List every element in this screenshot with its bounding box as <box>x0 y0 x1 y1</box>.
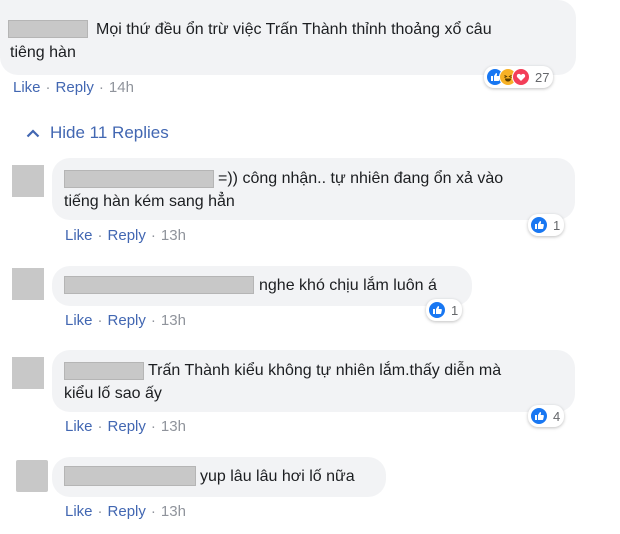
timestamp[interactable]: 14h <box>109 79 134 96</box>
reply-actions: Like · Reply · 13h <box>65 312 186 329</box>
redacted-name <box>64 362 144 380</box>
comment-actions: Like · Reply · 14h <box>13 79 134 96</box>
timestamp[interactable]: 13h <box>161 503 186 520</box>
avatar[interactable] <box>12 268 44 300</box>
separator-dot: · <box>97 312 103 329</box>
separator-dot: · <box>150 503 156 520</box>
reply-text-line1: =)) công nhận.. tự nhiên đang ổn xả vào <box>218 170 504 187</box>
like-link[interactable]: Like <box>65 312 93 329</box>
reply-actions: Like · Reply · 13h <box>65 227 186 244</box>
comment-text-line2: tiêng hàn <box>10 44 76 61</box>
timestamp[interactable]: 13h <box>161 312 186 329</box>
reply-text-line1: Trấn Thành kiểu không tự nhiên lắm.thấy … <box>148 362 502 379</box>
reply-text-line1: nghe khó chịu lắm luôn á <box>259 277 437 294</box>
like-reaction-icon <box>530 407 548 425</box>
reply-actions: Like · Reply · 13h <box>65 503 186 520</box>
separator-dot: · <box>97 503 103 520</box>
avatar[interactable] <box>16 460 48 492</box>
hide-replies-toggle[interactable]: Hide 11 Replies <box>26 123 169 143</box>
reaction-count: 4 <box>553 408 561 424</box>
separator-dot: · <box>150 418 156 435</box>
separator-dot: · <box>97 418 103 435</box>
timestamp[interactable]: 13h <box>161 227 186 244</box>
redacted-name <box>64 466 196 486</box>
reaction-summary[interactable]: 27 <box>484 66 554 88</box>
like-link[interactable]: Like <box>13 79 41 96</box>
love-reaction-icon <box>512 68 530 86</box>
reply-link[interactable]: Reply <box>108 503 146 520</box>
reply-link[interactable]: Reply <box>108 418 146 435</box>
reply-actions: Like · Reply · 13h <box>65 418 186 435</box>
reaction-count: 1 <box>451 302 459 318</box>
reaction-summary[interactable]: 4 <box>528 405 565 427</box>
like-reaction-icon <box>428 301 446 319</box>
like-link[interactable]: Like <box>65 503 93 520</box>
avatar[interactable] <box>12 357 44 389</box>
hide-replies-label: Hide 11 Replies <box>50 123 169 142</box>
reply-text-line2: kiểu lố sao ấy <box>64 385 162 402</box>
reaction-summary[interactable]: 1 <box>426 299 463 321</box>
redacted-name <box>64 276 254 294</box>
separator-dot: · <box>45 79 51 96</box>
separator-dot: · <box>98 79 104 96</box>
comment-text-line1: Mọi thứ đều ổn trừ việc Trấn Thành thỉnh… <box>96 21 492 38</box>
separator-dot: · <box>97 227 103 244</box>
chevron-up-icon <box>26 123 42 143</box>
redacted-name <box>8 20 88 38</box>
reply-link[interactable]: Reply <box>108 227 146 244</box>
timestamp[interactable]: 13h <box>161 418 186 435</box>
like-reaction-icon <box>530 216 548 234</box>
separator-dot: · <box>150 312 156 329</box>
redacted-name <box>64 170 214 188</box>
like-link[interactable]: Like <box>65 418 93 435</box>
separator-dot: · <box>150 227 156 244</box>
reaction-count: 27 <box>535 69 550 85</box>
reaction-count: 1 <box>553 217 561 233</box>
reply-text-line1: yup lâu lâu hơi lố nữa <box>200 468 355 485</box>
avatar[interactable] <box>12 165 44 197</box>
like-link[interactable]: Like <box>65 227 93 244</box>
reply-link[interactable]: Reply <box>108 312 146 329</box>
reply-link[interactable]: Reply <box>56 79 94 96</box>
reaction-summary[interactable]: 1 <box>528 214 565 236</box>
reply-text-line2: tiếng hàn kém sang hẳn <box>64 193 235 210</box>
